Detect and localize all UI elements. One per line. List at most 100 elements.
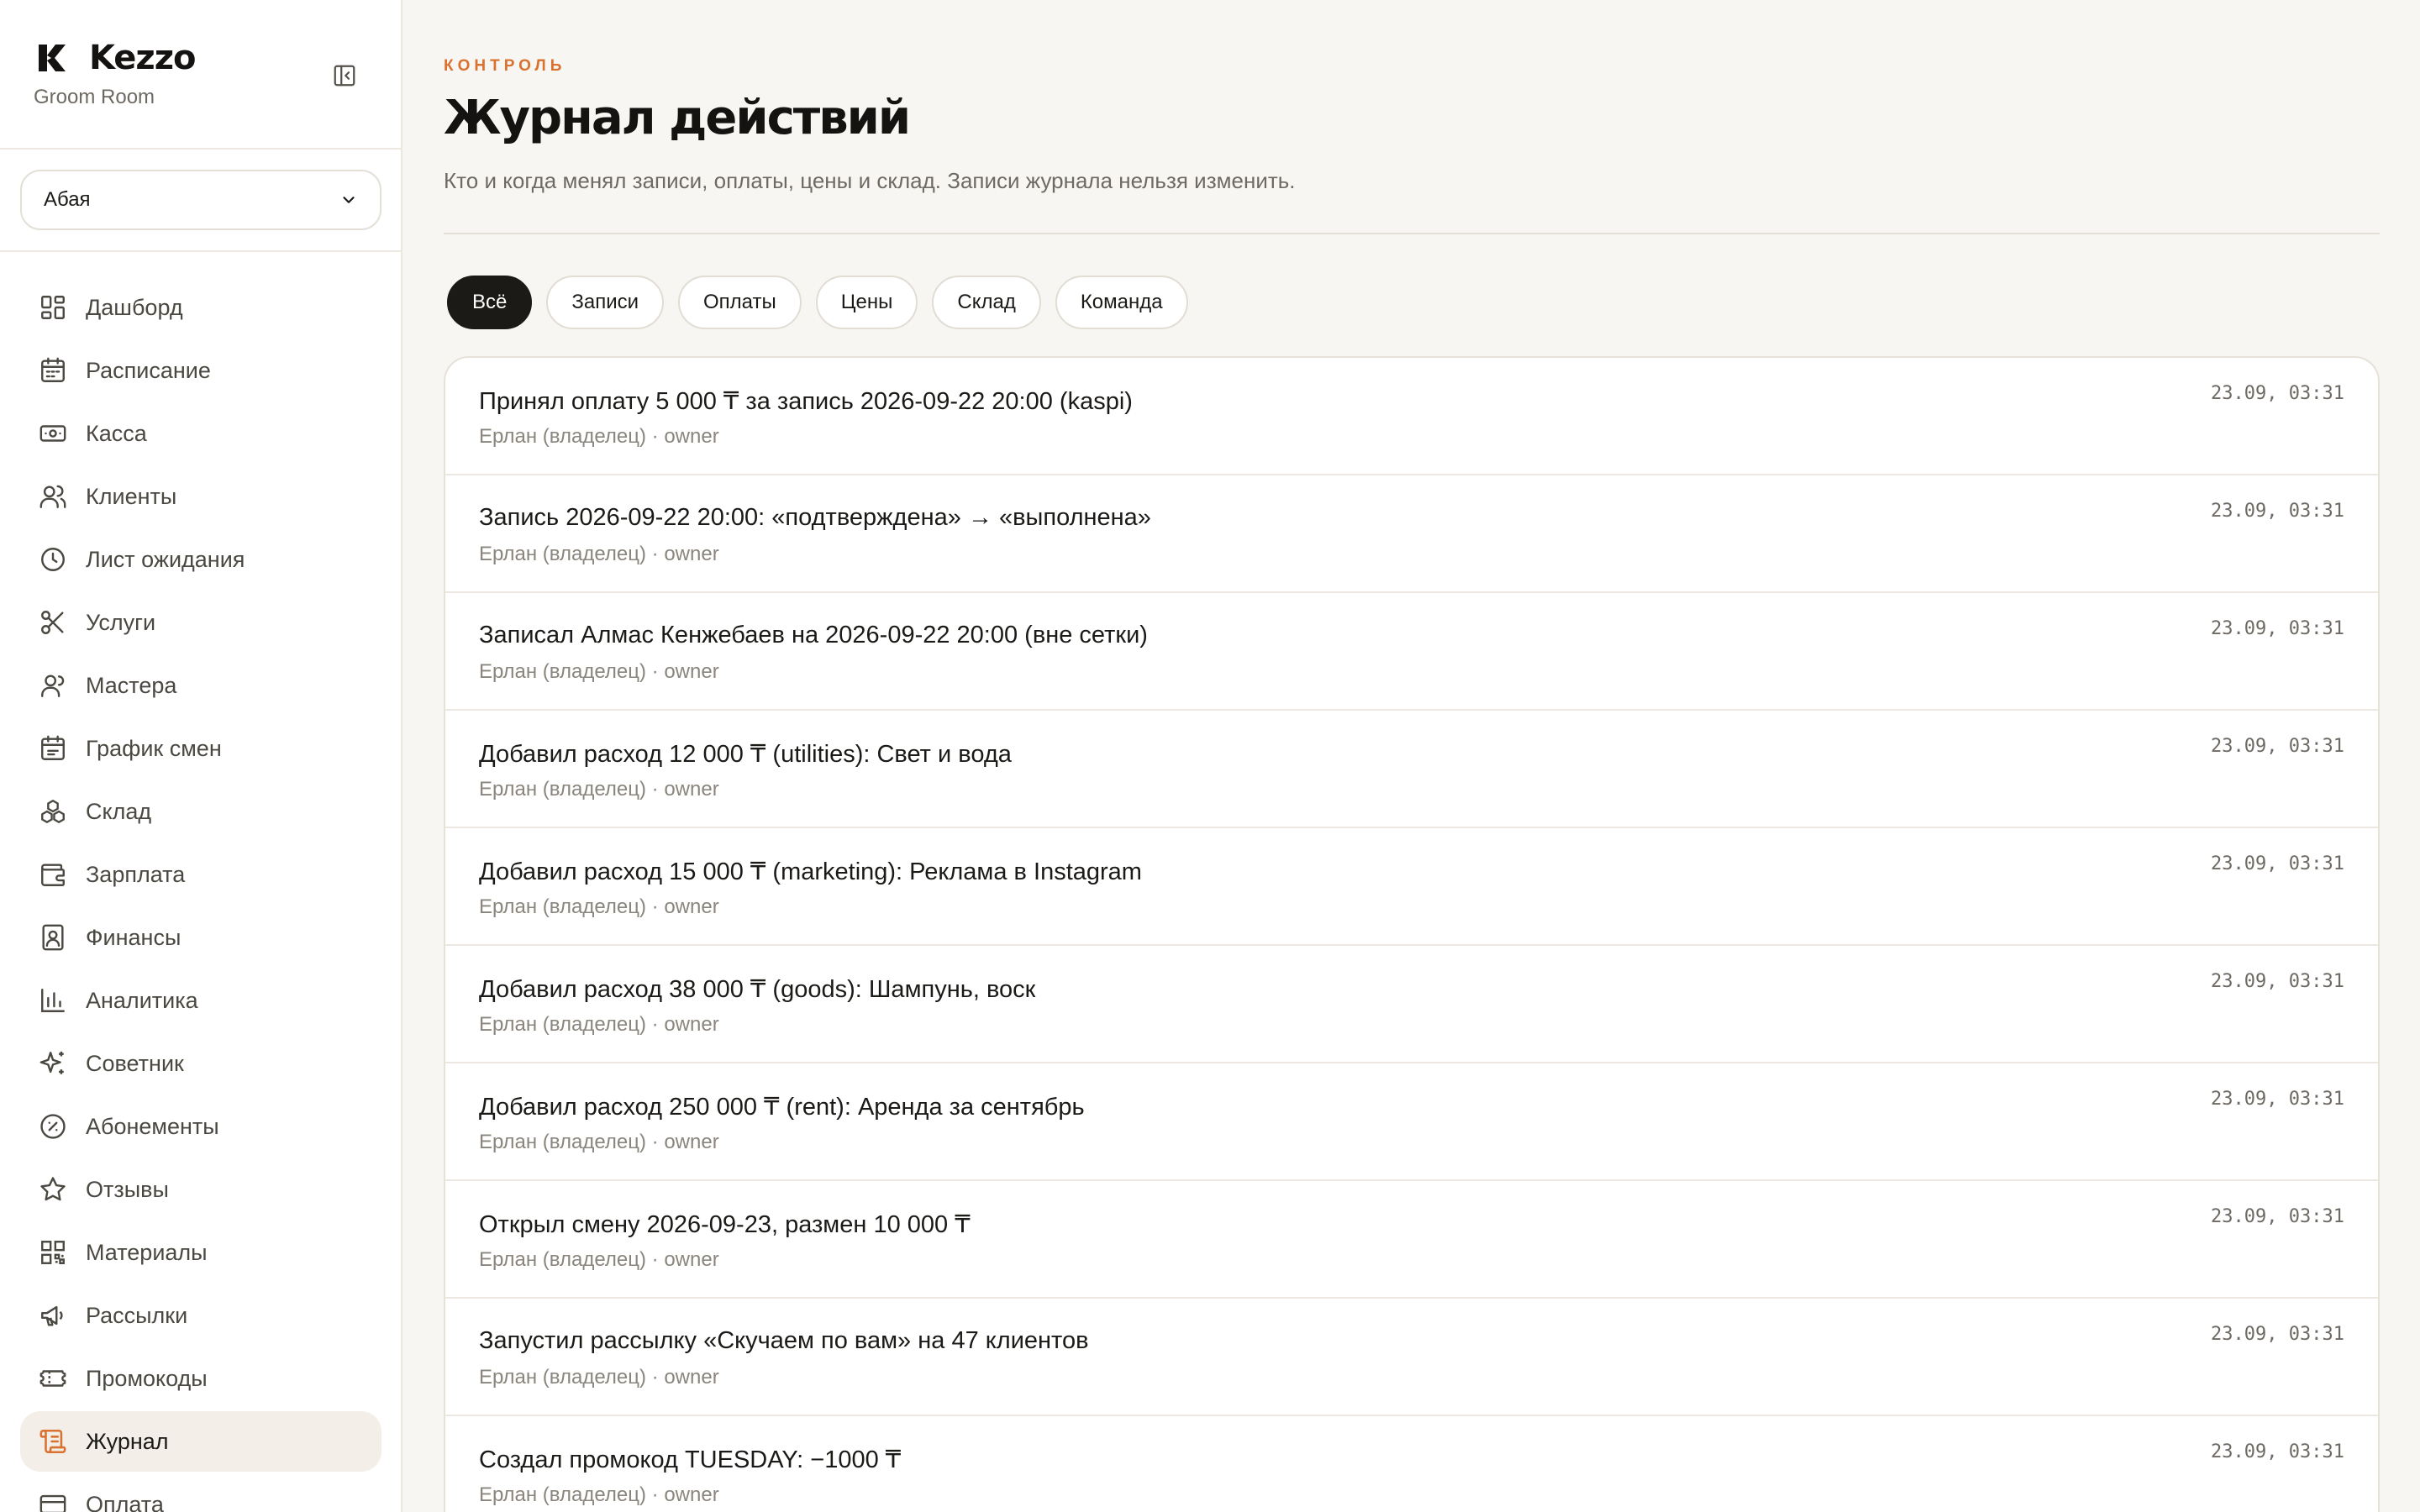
- filter-team[interactable]: Команда: [1055, 276, 1188, 329]
- log-entry-author: Ерлан (владелец) · owner: [479, 543, 719, 565]
- log-entry-author: Ерлан (владелец) · owner: [479, 1366, 719, 1389]
- sidebar-item-advisor[interactable]: Советник: [20, 1033, 381, 1094]
- ledger-icon: [42, 924, 64, 951]
- log-entry-author: Ерлан (владелец) · owner: [479, 895, 719, 918]
- filter-payments[interactable]: Оплаты: [678, 276, 802, 329]
- log-entry-title: Запись 2026-09-22 20:00: «подтверждена» …: [479, 504, 1151, 531]
- log-entry[interactable]: Добавил расход 250 000 ₸ (rent): Аренда …: [445, 1063, 2378, 1181]
- sidebar-item-label: Журнал: [86, 1428, 169, 1454]
- sidebar-item-schedule[interactable]: Расписание: [20, 340, 381, 401]
- sidebar-item-label: Зарплата: [86, 861, 186, 887]
- log-entry-time: 23.09, 03:31: [2211, 1206, 2344, 1227]
- sidebar: Kezzo Groom Room Абая Дашборд Расписание…: [0, 0, 402, 1512]
- sidebar-item-journal[interactable]: Журнал: [20, 1411, 381, 1472]
- clock-icon: [41, 548, 65, 571]
- sidebar-item-label: Оплата: [86, 1491, 164, 1512]
- brand-name: Kezzo: [89, 39, 196, 77]
- sidebar-item-dashboard[interactable]: Дашборд: [20, 277, 381, 338]
- filter-warehouse[interactable]: Склад: [932, 276, 1041, 329]
- shifts-calendar-icon: [41, 735, 65, 760]
- sidebar-divider: [0, 148, 401, 150]
- log-entry[interactable]: Добавил расход 38 000 ₸ (goods): Шампунь…: [445, 946, 2378, 1063]
- log-entry[interactable]: Записал Алмас Кенжебаев на 2026-09-22 20…: [445, 593, 2378, 711]
- collapse-sidebar-button[interactable]: [328, 59, 361, 92]
- sidebar-item-finance[interactable]: Финансы: [20, 907, 381, 968]
- sidebar-item-cash[interactable]: Касса: [20, 403, 381, 464]
- log-entry-author: Ерлан (владелец) · owner: [479, 1131, 719, 1153]
- calendar-icon: [41, 357, 65, 382]
- log-entry-title: Добавил расход 38 000 ₸ (goods): Шампунь…: [479, 976, 1036, 1003]
- filter-all[interactable]: Всё: [447, 276, 533, 329]
- sidebar-nav: Дашборд Расписание Касса Клиенты Лист ож…: [20, 277, 381, 1512]
- log-entry[interactable]: Добавил расход 15 000 ₸ (marketing): Рек…: [445, 828, 2378, 946]
- sidebar-divider: [0, 250, 401, 252]
- log-entry-author: Ерлан (владелец) · owner: [479, 1013, 719, 1036]
- log-entry-time: 23.09, 03:31: [2211, 736, 2344, 757]
- sidebar-item-services[interactable]: Услуги: [20, 592, 381, 653]
- log-entry-title: Создал промокод TUESDAY: −1000 ₸: [479, 1446, 902, 1473]
- star-icon: [40, 1177, 66, 1201]
- scroll-icon: [39, 1429, 66, 1454]
- sidebar-item-label: Промокоды: [86, 1365, 208, 1391]
- sidebar-item-shift-schedule[interactable]: График смен: [20, 718, 381, 779]
- log-entry-time: 23.09, 03:31: [2211, 853, 2344, 874]
- sidebar-item-reviews[interactable]: Отзывы: [20, 1159, 381, 1220]
- sidebar-item-label: Материалы: [86, 1239, 208, 1265]
- page-subtitle: Кто и когда менял записи, оплаты, цены и…: [444, 168, 1296, 193]
- log-entry-title: Запустил рассылку «Скучаем по вам» на 47…: [479, 1327, 1089, 1354]
- log-entry-author: Ерлан (владелец) · owner: [479, 425, 719, 448]
- sidebar-item-payment[interactable]: Оплата: [20, 1474, 381, 1512]
- log-entry[interactable]: Запустил рассылку «Скучаем по вам» на 47…: [445, 1299, 2378, 1416]
- filter-appointments[interactable]: Записи: [546, 276, 665, 329]
- page-title: Журнал действий: [444, 91, 911, 145]
- sidebar-item-label: Абонементы: [86, 1113, 219, 1139]
- branch-select[interactable]: Абая: [20, 170, 381, 230]
- sidebar-item-warehouse[interactable]: Склад: [20, 781, 381, 842]
- sidebar-item-label: Расписание: [86, 357, 211, 383]
- filter-prices[interactable]: Цены: [815, 276, 918, 329]
- brand: Kezzo Groom Room: [34, 39, 196, 109]
- masters-icon: [41, 675, 65, 697]
- sidebar-item-label: Склад: [86, 798, 152, 824]
- log-entry-time: 23.09, 03:31: [2211, 501, 2344, 522]
- sidebar-item-label: Клиенты: [86, 483, 177, 509]
- scissors-icon: [41, 611, 64, 634]
- chevron-down-icon: [343, 197, 355, 203]
- sidebar-collapse-icon: [334, 65, 355, 87]
- sidebar-item-label: Услуги: [86, 609, 156, 635]
- sidebar-item-label: Рассылки: [86, 1302, 188, 1328]
- log-entry-title: Записал Алмас Кенжебаев на 2026-09-22 20…: [479, 622, 1148, 648]
- log-entry-time: 23.09, 03:31: [2211, 1089, 2344, 1110]
- branch-select-value: Абая: [44, 188, 91, 211]
- ticket-icon: [39, 1370, 66, 1387]
- sidebar-item-masters[interactable]: Мастера: [20, 655, 381, 716]
- sidebar-item-salary[interactable]: Зарплата: [20, 844, 381, 905]
- users-icon: [39, 485, 66, 508]
- sidebar-item-promocodes[interactable]: Промокоды: [20, 1348, 381, 1409]
- log-entry-author: Ерлан (владелец) · owner: [479, 778, 719, 801]
- sidebar-item-label: Финансы: [86, 924, 182, 950]
- sparkles-icon: [39, 1051, 64, 1074]
- sidebar-item-materials[interactable]: Материалы: [20, 1222, 381, 1283]
- log-entry[interactable]: Принял оплату 5 000 ₸ за запись 2026-09-…: [445, 358, 2378, 475]
- bar-chart-icon: [41, 989, 65, 1012]
- sidebar-item-mailings[interactable]: Рассылки: [20, 1285, 381, 1346]
- log-entry[interactable]: Открыл смену 2026-09-23, размен 10 000 ₸…: [445, 1181, 2378, 1299]
- sidebar-item-label: Лист ожидания: [86, 546, 245, 572]
- sidebar-item-clients[interactable]: Клиенты: [20, 466, 381, 527]
- sidebar-item-label: Дашборд: [86, 294, 183, 320]
- log-entry-title: Добавил расход 12 000 ₸ (utilities): Све…: [479, 741, 1012, 768]
- log-entry[interactable]: Создал промокод TUESDAY: −1000 ₸ Ерлан (…: [445, 1416, 2378, 1512]
- cash-icon: [39, 425, 66, 442]
- sidebar-item-analytics[interactable]: Аналитика: [20, 970, 381, 1031]
- filter-chips: Всё Записи Оплаты Цены Склад Команда: [447, 276, 1188, 329]
- log-entry[interactable]: Запись 2026-09-22 20:00: «подтверждена» …: [445, 475, 2378, 593]
- sidebar-item-subscriptions[interactable]: Абонементы: [20, 1096, 381, 1157]
- log-entry-title: Открыл смену 2026-09-23, размен 10 000 ₸: [479, 1211, 971, 1238]
- log-entry[interactable]: Добавил расход 12 000 ₸ (utilities): Све…: [445, 711, 2378, 828]
- sidebar-item-label: Касса: [86, 420, 147, 446]
- megaphone-icon: [41, 1305, 63, 1326]
- sidebar-item-waitlist[interactable]: Лист ожидания: [20, 529, 381, 590]
- sidebar-item-label: График смен: [86, 735, 222, 761]
- log-entry-time: 23.09, 03:31: [2211, 1324, 2344, 1345]
